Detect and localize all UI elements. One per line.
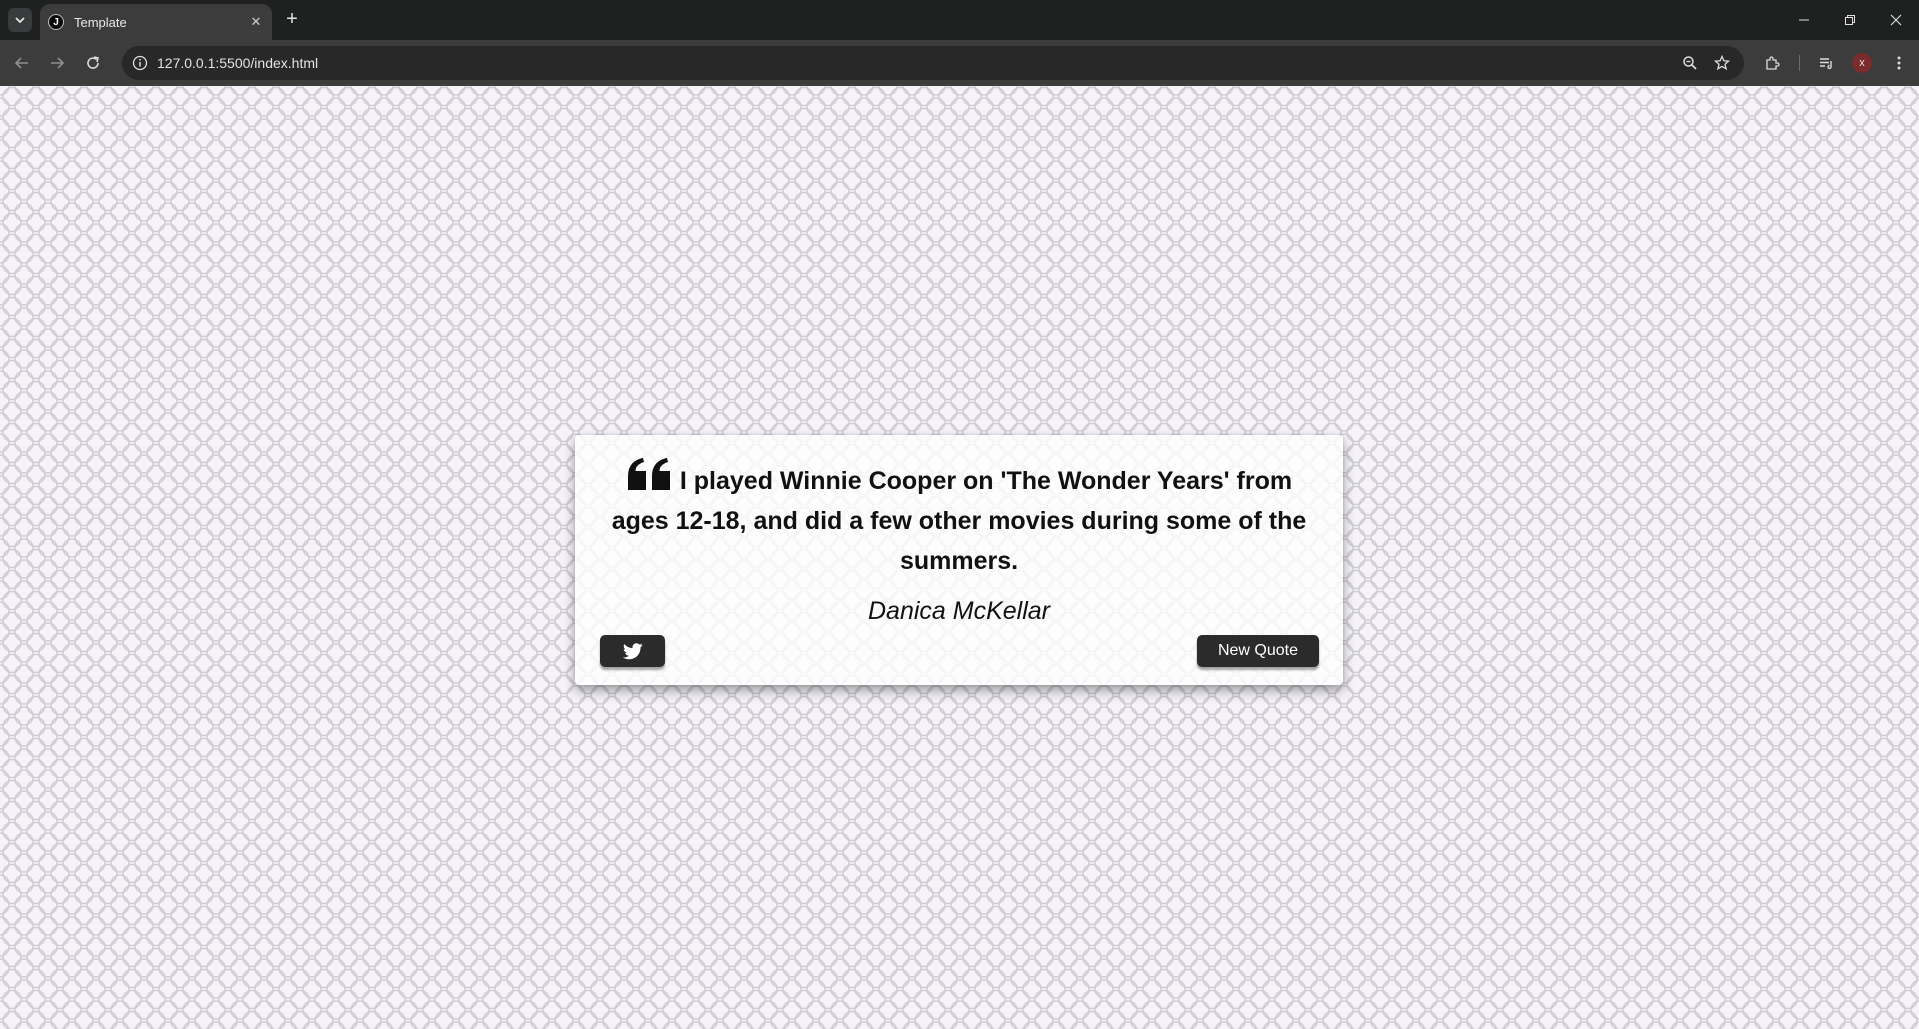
reload-icon[interactable]	[81, 51, 105, 75]
quote-box: I played Winnie Cooper on 'The Wonder Ye…	[575, 435, 1343, 685]
browser-tab[interactable]: J Template ✕	[40, 4, 272, 40]
minimize-icon[interactable]	[1781, 0, 1827, 40]
tab-title: Template	[74, 14, 127, 30]
restore-icon[interactable]	[1827, 0, 1873, 40]
address-bar[interactable]: 127.0.0.1:5500/index.html	[122, 46, 1744, 80]
quote-text-container: I played Winnie Cooper on 'The Wonder Ye…	[597, 457, 1321, 581]
quote-author: Danica McKellar	[867, 597, 1050, 625]
browser-toolbar: 127.0.0.1:5500/index.html x	[0, 40, 1919, 86]
tweet-button[interactable]	[600, 635, 665, 667]
media-queue-icon[interactable]	[1814, 51, 1838, 75]
site-info-icon[interactable]	[130, 53, 150, 73]
browser-tab-strip: J Template ✕ +	[0, 0, 1919, 40]
page-viewport: I played Winnie Cooper on 'The Wonder Ye…	[0, 86, 1919, 1029]
bookmark-star-icon[interactable]	[1712, 53, 1732, 73]
url-text[interactable]: 127.0.0.1:5500/index.html	[157, 55, 318, 71]
tab-search-chevron-icon[interactable]	[8, 8, 32, 32]
profile-avatar[interactable]: x	[1852, 53, 1872, 73]
close-window-icon[interactable]	[1873, 0, 1919, 40]
back-arrow-icon[interactable]	[10, 51, 34, 75]
new-quote-button[interactable]: New Quote	[1197, 635, 1319, 667]
new-tab-plus-icon[interactable]: +	[280, 8, 304, 32]
quote-left-icon	[627, 458, 670, 490]
quote-text: I played Winnie Cooper on 'The Wonder Ye…	[611, 467, 1307, 575]
zoom-icon[interactable]	[1680, 53, 1700, 73]
extensions-puzzle-icon[interactable]	[1760, 51, 1784, 75]
menu-kebab-icon[interactable]	[1887, 51, 1911, 75]
forward-arrow-icon[interactable]	[45, 51, 69, 75]
toolbar-divider	[1799, 55, 1800, 71]
tab-close-icon[interactable]: ✕	[244, 14, 268, 30]
favicon-icon: J	[48, 14, 64, 30]
twitter-icon	[622, 642, 643, 659]
